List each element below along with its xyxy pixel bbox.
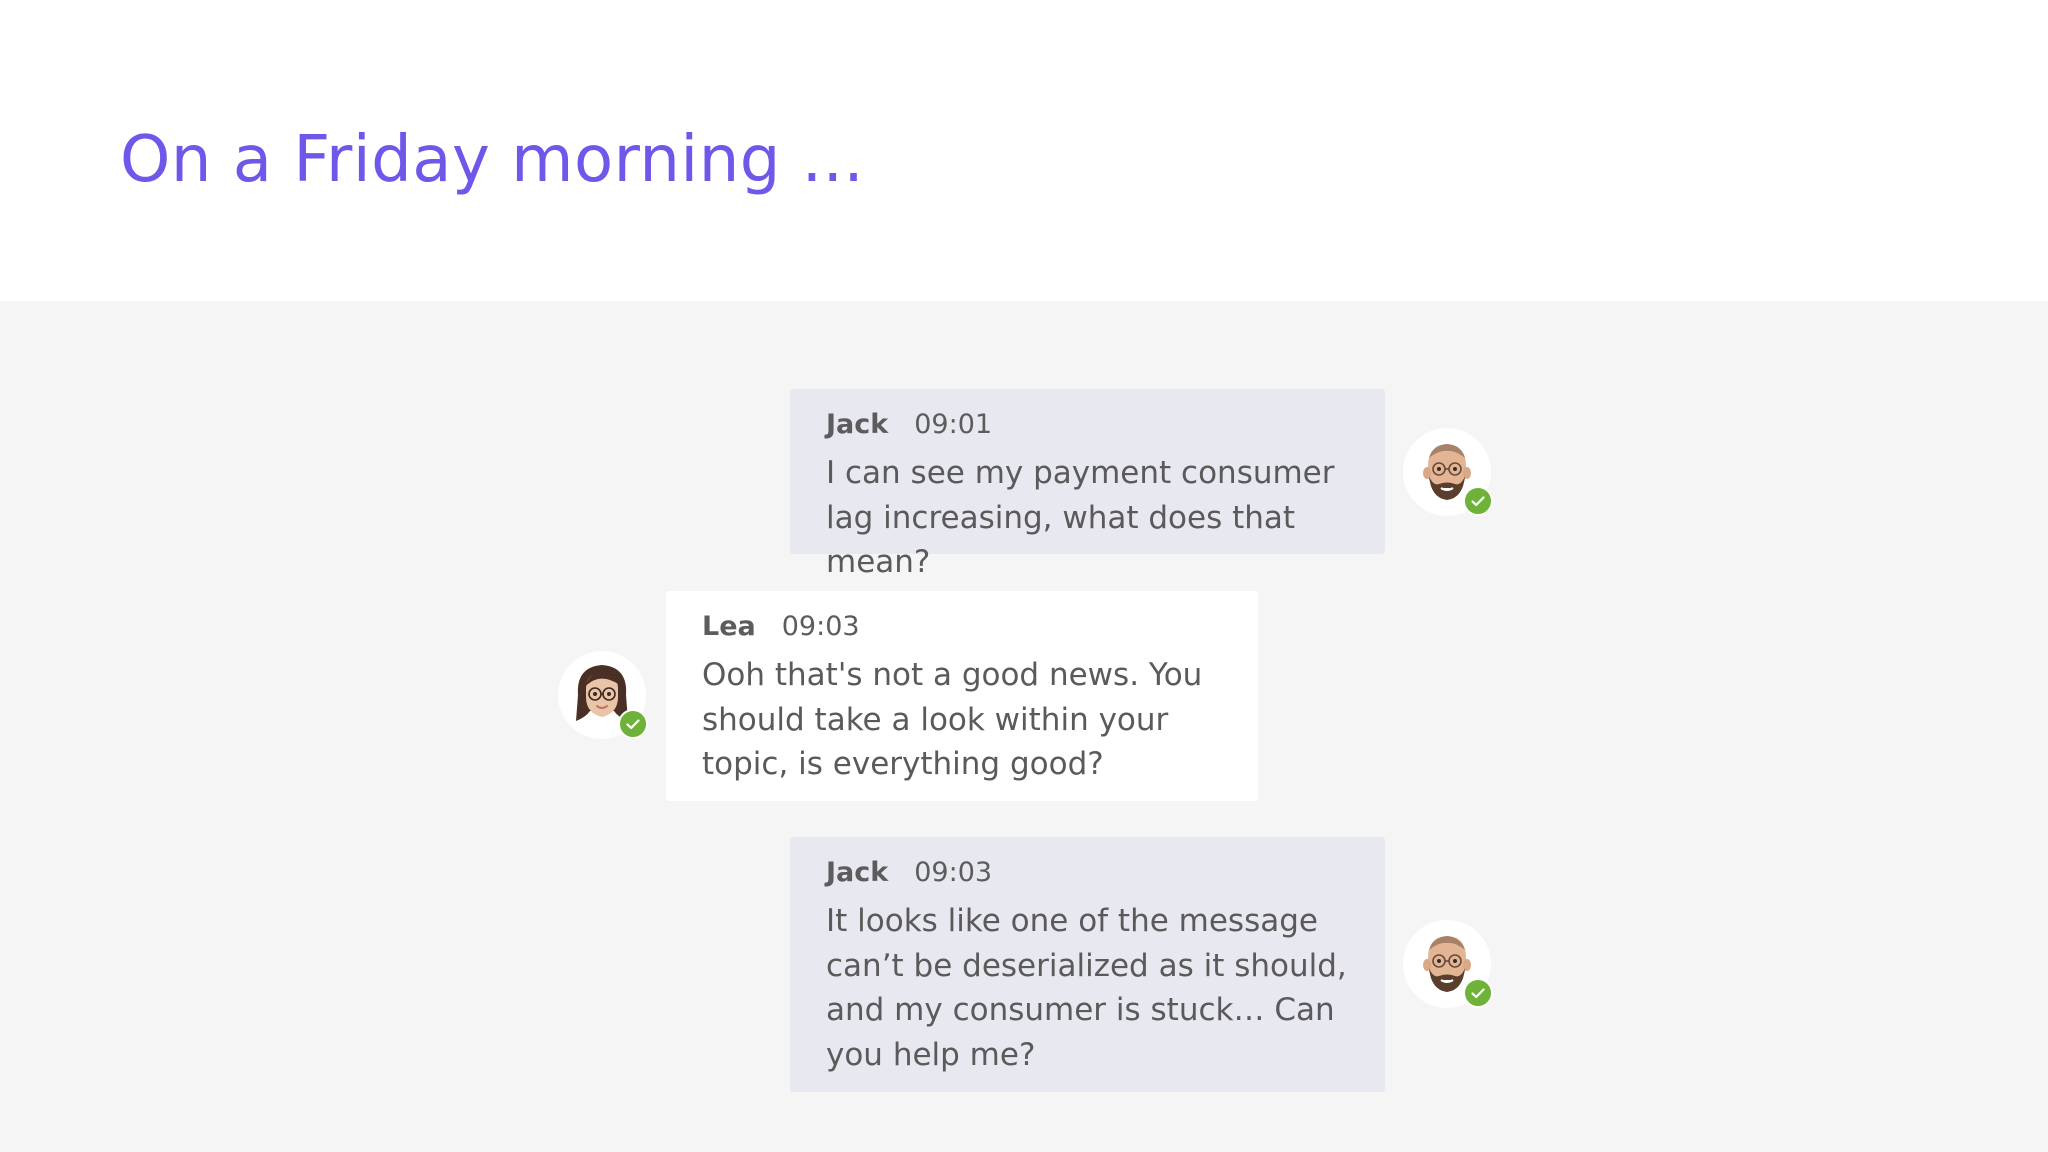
message-time: 09:01 [914, 409, 993, 440]
message-text: Ooh that's not a good news. You should t… [702, 657, 1203, 782]
check-icon [626, 719, 640, 730]
check-icon [1471, 496, 1485, 507]
avatar[interactable] [558, 651, 648, 739]
status-badge [1463, 978, 1493, 1008]
message-text: I can see my payment consumer lag increa… [826, 455, 1335, 580]
avatar[interactable] [1403, 428, 1493, 516]
slide-title: On a Friday morning ... [120, 123, 865, 197]
message-time: 09:03 [914, 857, 993, 888]
chat-message-bubble: Jack 09:01 I can see my payment consumer … [790, 389, 1385, 580]
check-icon [1471, 988, 1485, 999]
message-meta: Jack 09:03 [826, 855, 1349, 891]
message-time: 09:03 [781, 611, 860, 642]
message-author: Lea [702, 611, 756, 642]
message-author: Jack [826, 409, 889, 440]
message-text: It looks like one of the message can’t b… [826, 903, 1347, 1073]
status-badge [618, 709, 648, 739]
message-meta: Jack 09:01 [826, 407, 1349, 443]
chat-area: Jack 09:01 I can see my payment consumer … [0, 301, 2048, 1152]
chat-message-bubble: Jack 09:03 It looks like one of the messa… [790, 837, 1385, 1092]
status-badge [1463, 486, 1493, 516]
message-author: Jack [826, 857, 889, 888]
message-meta: Lea 09:03 [702, 609, 1222, 645]
avatar[interactable] [1403, 920, 1493, 1008]
chat-message-bubble: Lea 09:03 Ooh that's not a good news. You… [666, 591, 1258, 801]
